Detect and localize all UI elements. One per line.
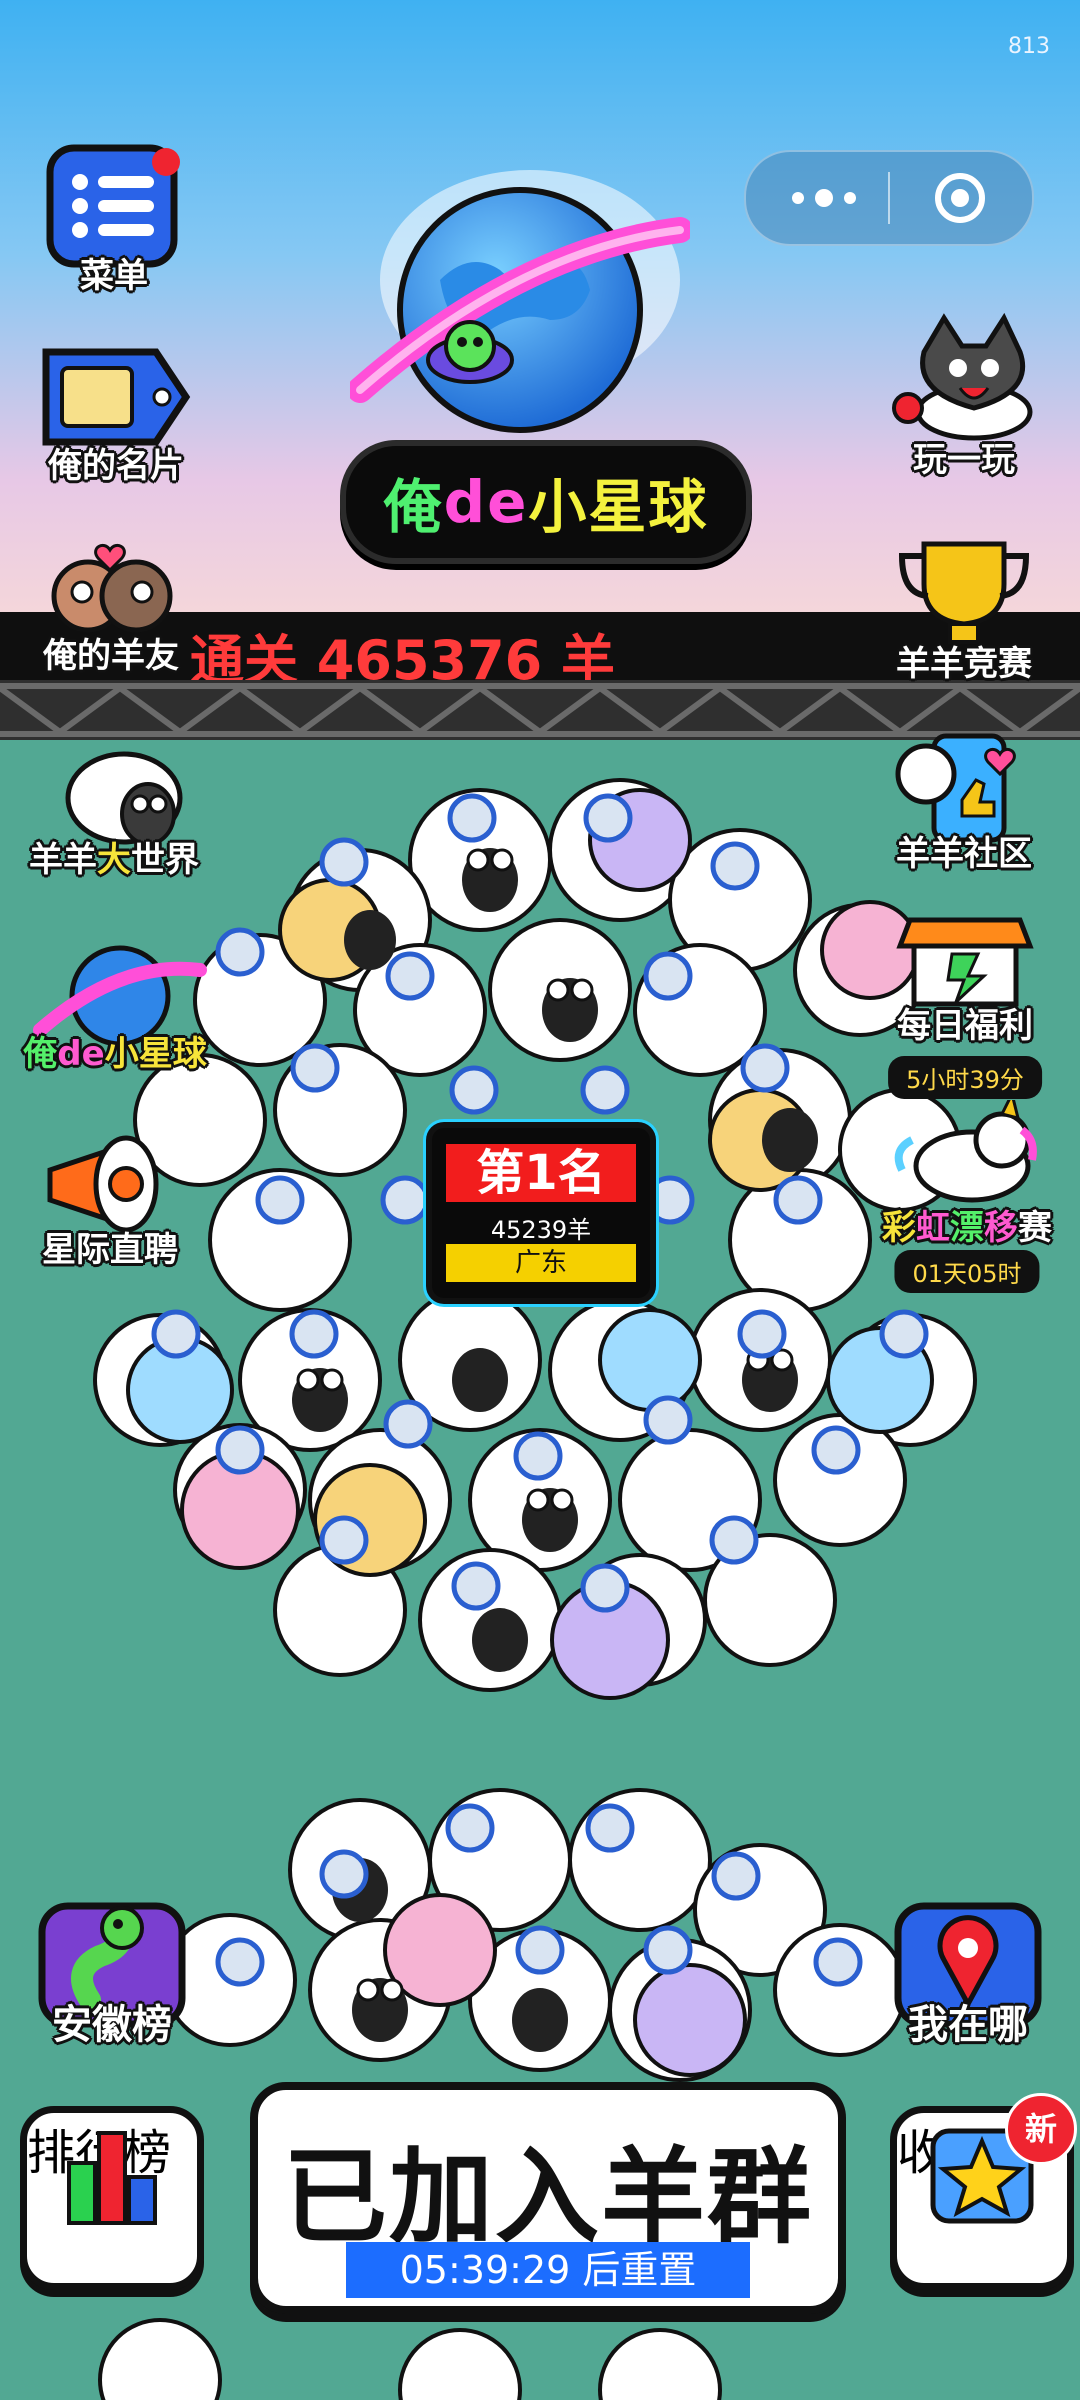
shop-icon <box>896 917 1034 1007</box>
my-planet-label-a: 俺 <box>23 1034 58 1074</box>
interstellar-hire-button[interactable]: 星际直聘 <box>30 1120 190 1270</box>
my-friends-label: 俺的羊友 <box>43 636 179 676</box>
my-planet-label-b: de <box>57 1034 105 1074</box>
rank-count: 45239羊 <box>490 1216 592 1244</box>
sheep-community-button[interactable]: 羊羊社区 <box>884 730 1044 880</box>
daily-welfare-label: 每日福利 <box>897 1006 1033 1046</box>
my-card-label: 俺的名片 <box>48 446 184 486</box>
my-planet-label-c: 小星球 <box>104 1034 207 1074</box>
name-tag-icon <box>42 348 191 446</box>
rank-card[interactable]: 第1名 45239羊 广东 <box>432 1128 650 1298</box>
sheep-world-label: 羊羊大世界 <box>29 832 199 881</box>
leaderboard-button[interactable]: 排行榜 <box>20 2106 204 2290</box>
rainbow-race-label-d: 移 <box>984 1208 1018 1248</box>
play-button[interactable]: 玩一玩 <box>884 312 1044 480</box>
my-card-button[interactable]: 俺的名片 <box>36 342 196 486</box>
sheep-world-label-c: 世界 <box>131 840 199 880</box>
join-flock-text: 已加入羊群 <box>282 2136 813 2258</box>
dog-icon <box>892 312 1033 441</box>
sheep-friends-icon <box>51 544 173 633</box>
menu-label: 菜单 <box>80 256 148 296</box>
rank-region: 广东 <box>446 1244 636 1282</box>
where-am-i-label: 我在哪 <box>908 2002 1028 2048</box>
rainbow-race-label-c: 漂 <box>950 1208 984 1248</box>
where-am-i-button[interactable]: 我在哪 <box>888 1900 1048 2060</box>
my-planet-label: 俺de小星球 <box>23 1026 206 1075</box>
rainbow-race-timer: 01天05时 <box>894 1250 1040 1293</box>
rainbow-race-label: 彩虹漂移赛 <box>882 1200 1052 1249</box>
sheep-contest-button[interactable]: 羊羊竞赛 <box>884 534 1044 684</box>
sheep-community-label: 羊羊社区 <box>896 834 1032 874</box>
new-badge: 新 <box>1005 2093 1077 2165</box>
anhui-rank-label: 安徽榜 <box>52 2002 172 2048</box>
bar-chart-icon <box>67 2131 157 2225</box>
sheep-world-label-b: 大 <box>97 840 131 880</box>
reset-timer: 05:39:29 后重置 <box>346 2242 750 2298</box>
rainbow-race-button[interactable]: 彩虹漂移赛 01天05时 <box>872 1089 1062 1293</box>
rainbow-race-label-a: 彩 <box>882 1208 916 1248</box>
play-label: 玩一玩 <box>913 440 1015 480</box>
anhui-rank-button[interactable]: 安徽榜 <box>32 1900 192 2060</box>
rainbow-race-label-e: 赛 <box>1018 1208 1052 1248</box>
rainbow-race-label-b: 虹 <box>916 1208 950 1248</box>
daily-welfare-button[interactable]: 每日福利 5小时39分 <box>880 910 1050 1100</box>
join-flock-button[interactable]: 已加入羊群 05:39:29 后重置 <box>250 2082 846 2314</box>
sheep-world-button[interactable]: 羊羊大世界 <box>24 738 204 888</box>
menu-button[interactable]: 菜单 <box>44 142 184 296</box>
my-friends-button[interactable]: 俺的羊友 <box>26 536 196 676</box>
interstellar-hire-label: 星际直聘 <box>42 1230 178 1270</box>
sheep-contest-label: 羊羊竞赛 <box>896 644 1032 684</box>
favorites-button[interactable]: 收藏 新 <box>890 2093 1077 2290</box>
my-planet-button[interactable]: 俺de小星球 <box>20 940 210 1080</box>
rank-position: 第1名 <box>446 1144 636 1202</box>
unicorn-icon <box>894 1089 1037 1203</box>
daily-welfare-timer: 5小时39分 <box>888 1056 1042 1099</box>
sheep-world-label-a: 羊羊 <box>29 840 97 880</box>
